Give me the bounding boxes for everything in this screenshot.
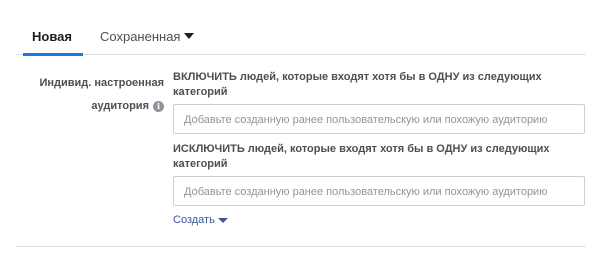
custom-audience-label: Индивид. настроенная аудитория i	[30, 72, 164, 118]
tab-saved[interactable]: Сохраненная	[100, 29, 195, 45]
include-audience-input[interactable]: Добавьте созданную ранее пользовательску…	[173, 104, 585, 134]
caret-down-icon	[184, 33, 195, 39]
custom-audience-label-line1: Индивид. настроенная	[39, 77, 164, 89]
exclude-title: ИСКЛЮЧИТЬ людей, которые входят хотя бы …	[173, 143, 550, 170]
tab-saved-label: Сохраненная	[100, 29, 181, 44]
tab-new[interactable]: Новая	[23, 29, 83, 56]
exclude-audience-placeholder: Добавьте созданную ранее пользовательску…	[184, 186, 548, 198]
tab-new-label: Новая	[32, 29, 72, 44]
include-title: ВКЛЮЧИТЬ людей, которые входят хотя бы в…	[173, 71, 542, 98]
include-audience-placeholder: Добавьте созданную ранее пользовательску…	[184, 114, 548, 126]
caret-down-icon	[217, 217, 228, 223]
audience-tabs: Новая Сохраненная	[16, 0, 586, 56]
create-button[interactable]: Создать	[173, 214, 228, 226]
exclude-audience-input[interactable]: Добавьте созданную ранее пользовательску…	[173, 176, 585, 206]
create-button-label: Создать	[173, 214, 215, 226]
bottom-divider	[16, 246, 586, 247]
info-icon[interactable]: i	[153, 101, 164, 112]
custom-audience-label-line2: аудитория	[91, 100, 149, 112]
